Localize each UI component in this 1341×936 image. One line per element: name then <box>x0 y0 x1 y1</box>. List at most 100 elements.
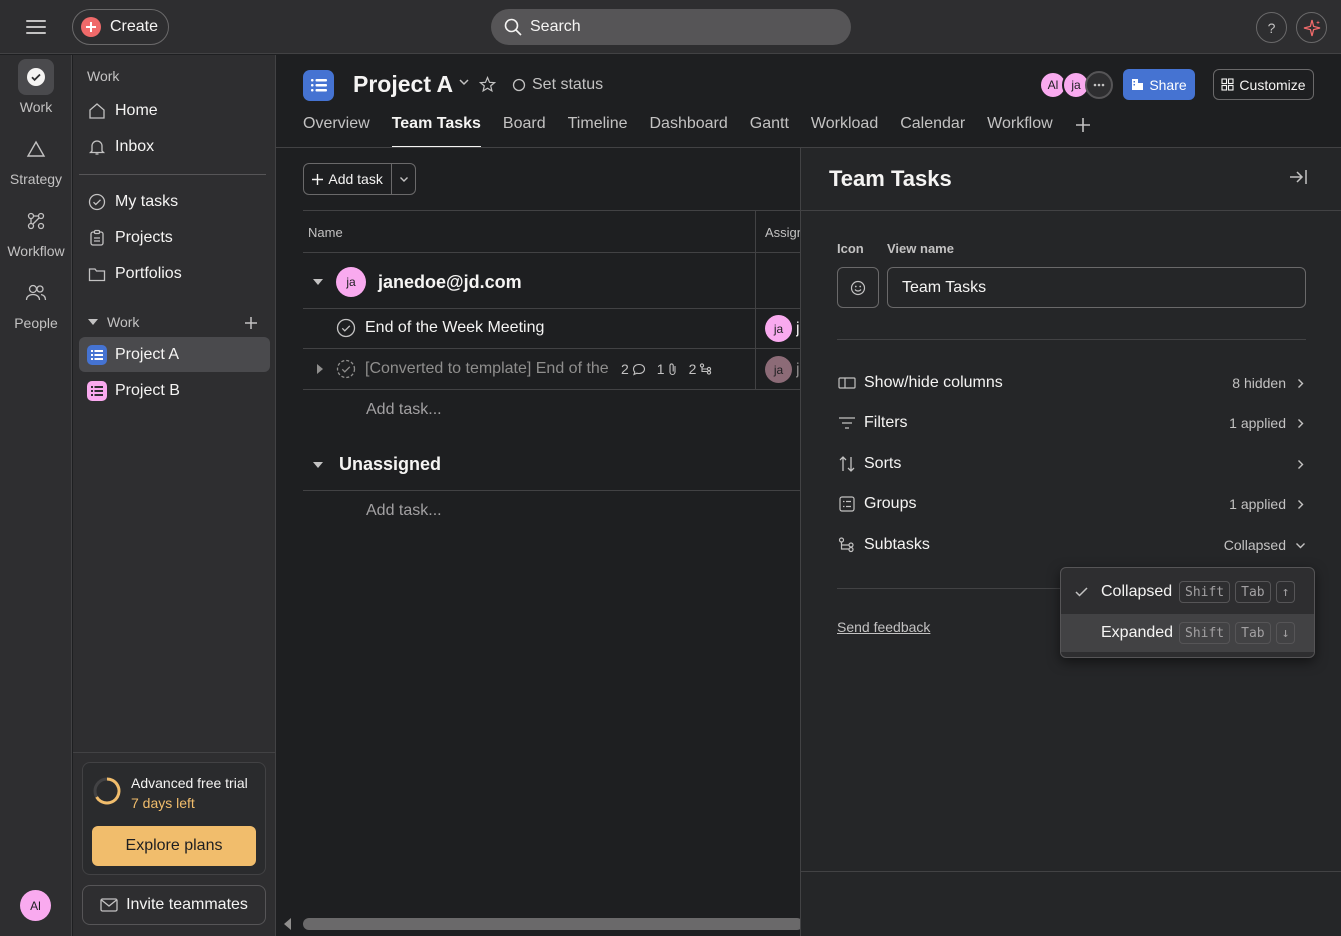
assignee-avatar[interactable]: ja <box>765 356 792 383</box>
sidebar-item-my-tasks[interactable]: My tasks <box>79 184 270 219</box>
column-header-name[interactable]: Name <box>308 225 343 240</box>
tab-workload[interactable]: Workload <box>811 112 878 148</box>
invite-label: Invite teammates <box>126 896 248 913</box>
rail-item-workflow[interactable]: Workflow <box>0 203 72 259</box>
tab-workflow[interactable]: Workflow <box>987 112 1053 148</box>
view-settings-panel: Team Tasks Icon View name Show/hide colu… <box>800 148 1341 936</box>
share-button[interactable]: Share <box>1123 69 1195 100</box>
explore-plans-button[interactable]: Explore plans <box>92 826 256 866</box>
project-icon[interactable] <box>303 70 334 101</box>
chevron-right-icon <box>1294 459 1306 470</box>
trial-title: Advanced free trial <box>131 775 248 791</box>
sidebar-item-inbox[interactable]: Inbox <box>79 129 270 164</box>
sidebar-item-project-b[interactable]: Project B <box>79 373 270 408</box>
close-panel-button[interactable] <box>1288 168 1308 186</box>
sidebar-item-portfolios[interactable]: Portfolios <box>79 256 270 291</box>
star-icon <box>479 76 496 93</box>
envelope-icon <box>100 898 118 912</box>
column-header-assignee[interactable]: Assign <box>765 225 804 240</box>
tab-board[interactable]: Board <box>503 112 546 148</box>
group-header-janedoe[interactable]: ja janedoe@jd.com <box>312 267 522 297</box>
task-name[interactable]: End of the Week Meeting <box>365 319 544 337</box>
sidebar-divider <box>79 174 266 175</box>
option-filters[interactable]: Filters 1 applied <box>837 408 1306 438</box>
add-task-inline[interactable]: Add task... <box>366 401 442 419</box>
menu-item-collapsed[interactable]: Collapsed Shift Tab ↑ <box>1061 573 1314 611</box>
create-button[interactable]: Create <box>72 9 169 45</box>
menu-item-expanded[interactable]: Expanded Shift Tab ↓ <box>1061 614 1314 652</box>
rail-item-work[interactable]: Work <box>0 59 72 115</box>
emoji-icon <box>850 280 866 295</box>
panel-divider <box>837 588 1061 589</box>
tab-timeline[interactable]: Timeline <box>568 112 628 148</box>
table-divider <box>303 252 800 253</box>
favorite-button[interactable] <box>479 76 496 93</box>
sidebar-item-projects[interactable]: Projects <box>79 220 270 255</box>
send-feedback-link[interactable]: Send feedback <box>837 619 930 635</box>
table-row[interactable]: [Converted to template] End of the <box>336 359 609 379</box>
add-tab-button[interactable] <box>1075 109 1091 148</box>
rail-item-strategy[interactable]: Strategy <box>0 131 72 187</box>
rail-label: People <box>14 315 58 331</box>
members-more-button[interactable] <box>1085 71 1113 99</box>
chevron-right-icon <box>1294 378 1306 389</box>
sidebar-item-home[interactable]: Home <box>79 93 270 128</box>
search-input[interactable]: Search <box>491 9 851 45</box>
shortcut-key: ↓ <box>1275 622 1296 644</box>
complete-checkbox-icon[interactable] <box>336 318 356 338</box>
tab-dashboard[interactable]: Dashboard <box>650 112 728 148</box>
table-row[interactable]: End of the Week Meeting <box>336 318 544 338</box>
ai-assistant-button[interactable] <box>1296 12 1327 43</box>
add-task-inline[interactable]: Add task... <box>366 502 442 520</box>
add-project-button[interactable] <box>241 313 261 333</box>
add-task-split-button: Add task <box>303 163 416 195</box>
project-menu-button[interactable] <box>457 77 471 87</box>
scroll-left-button[interactable] <box>282 917 292 931</box>
template-checkbox-icon[interactable] <box>336 359 356 379</box>
table-divider <box>303 210 800 211</box>
tab-gantt[interactable]: Gantt <box>750 112 789 148</box>
tab-calendar[interactable]: Calendar <box>900 112 965 148</box>
expand-subtasks-button[interactable] <box>316 363 324 375</box>
task-name[interactable]: [Converted to template] End of the <box>365 360 609 378</box>
group-header-unassigned[interactable]: Unassigned <box>312 454 441 475</box>
sidebar-section-title: Work <box>87 68 120 84</box>
comment-icon <box>632 363 645 376</box>
trial-progress-ring <box>93 777 121 805</box>
option-groups[interactable]: Groups 1 applied <box>837 489 1306 519</box>
add-task-button[interactable]: Add task <box>304 164 393 194</box>
scrollbar-thumb[interactable] <box>303 918 803 930</box>
rail-item-people[interactable]: People <box>0 275 72 331</box>
option-subtasks[interactable]: Subtasks Collapsed <box>837 530 1306 560</box>
hamburger-menu-button[interactable] <box>22 13 50 41</box>
tab-overview[interactable]: Overview <box>303 112 370 148</box>
help-button[interactable]: ? <box>1256 12 1287 43</box>
task-metadata: 2 1 2 <box>621 361 713 377</box>
option-value: Collapsed <box>1223 537 1286 553</box>
customize-button[interactable]: Customize <box>1213 69 1314 100</box>
collapse-panel-icon <box>1290 170 1307 184</box>
option-label: Show/hide columns <box>864 374 1003 391</box>
attachment-count: 1 <box>656 361 665 377</box>
table-divider <box>303 308 800 309</box>
user-avatar[interactable]: Al <box>20 890 51 921</box>
sidebar-item-label: Project B <box>115 381 180 399</box>
icon-picker-button[interactable] <box>837 267 879 308</box>
option-sorts[interactable]: Sorts <box>837 449 1306 479</box>
bell-icon <box>87 137 107 157</box>
search-placeholder: Search <box>530 18 581 35</box>
invite-teammates-button[interactable]: Invite teammates <box>82 885 266 925</box>
view-name-field[interactable] <box>887 267 1306 308</box>
assignee-avatar[interactable]: ja <box>765 315 792 342</box>
tab-team-tasks[interactable]: Team Tasks <box>391 112 482 148</box>
projects-section-header[interactable]: Work <box>87 314 267 330</box>
shortcut-key: ↑ <box>1275 581 1296 603</box>
option-show-hide-columns[interactable]: Show/hide columns 8 hidden <box>837 368 1306 398</box>
project-title[interactable]: Project A <box>353 71 453 98</box>
icon-label: Icon <box>837 241 864 256</box>
panel-divider <box>801 871 1341 872</box>
sidebar-item-project-a[interactable]: Project A <box>79 337 270 372</box>
shortcut-key: Shift <box>1179 581 1231 603</box>
add-task-dropdown-button[interactable] <box>392 164 415 194</box>
set-status-button[interactable]: Set status <box>512 76 603 94</box>
